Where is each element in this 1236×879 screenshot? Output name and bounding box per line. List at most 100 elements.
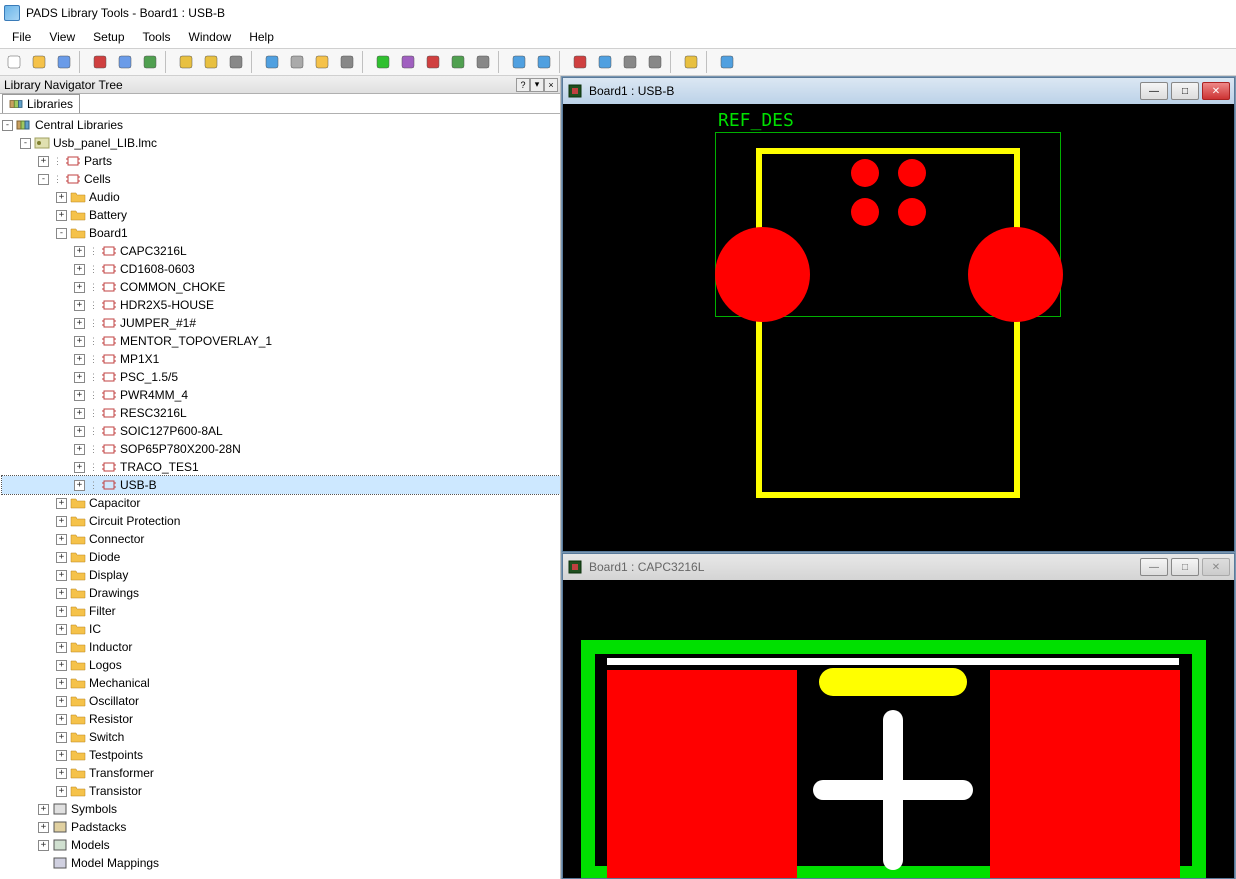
tree-expander[interactable]: + xyxy=(74,426,85,437)
tree-folder-testpoints[interactable]: +Testpoints xyxy=(2,746,560,764)
tree-expander[interactable]: + xyxy=(74,408,85,419)
tree-expander[interactable]: + xyxy=(56,624,67,635)
toolbar-window-red[interactable] xyxy=(568,51,592,73)
tree-folder-capacitor[interactable]: +Capacitor xyxy=(2,494,560,512)
tree-cell-sop65p780x200-28n[interactable]: +⋮SOP65P780X200-28N xyxy=(2,440,560,458)
tree-expander[interactable]: + xyxy=(74,480,85,491)
tree-expander[interactable]: + xyxy=(74,246,85,257)
tree-parts[interactable]: +⋮Parts xyxy=(2,152,560,170)
tree-expander[interactable]: + xyxy=(74,390,85,401)
toolbar-filter[interactable] xyxy=(679,51,703,73)
toolbar-green-circle[interactable] xyxy=(371,51,395,73)
tree-expander[interactable]: + xyxy=(56,768,67,779)
tree-lib-file[interactable]: -Usb_panel_LIB.lmc xyxy=(2,134,560,152)
tree-folder-mechanical[interactable]: +Mechanical xyxy=(2,674,560,692)
maximize-button[interactable]: □ xyxy=(1171,82,1199,100)
maximize-button[interactable]: □ xyxy=(1171,558,1199,576)
tree-expander[interactable]: + xyxy=(56,498,67,509)
toolbar-save[interactable] xyxy=(52,51,76,73)
tree-expander[interactable]: + xyxy=(74,372,85,383)
tree-expander[interactable]: + xyxy=(56,552,67,563)
tree-model-mappings[interactable]: Model Mappings xyxy=(2,854,560,872)
minimize-button[interactable]: — xyxy=(1140,82,1168,100)
toolbar-edit-yellow[interactable] xyxy=(174,51,198,73)
tree-expander[interactable]: + xyxy=(56,210,67,221)
tree-central-libraries[interactable]: -Central Libraries xyxy=(2,116,560,134)
tree-expander[interactable]: - xyxy=(20,138,31,149)
tree-folder-filter[interactable]: +Filter xyxy=(2,602,560,620)
tree-expander[interactable]: + xyxy=(56,534,67,545)
mdi-titlebar-usb-b[interactable]: Board1 : USB-B — □ ✕ xyxy=(563,78,1234,104)
tree-folder-transistor[interactable]: +Transistor xyxy=(2,782,560,800)
tree-expander[interactable]: + xyxy=(56,192,67,203)
tree-folder-display[interactable]: +Display xyxy=(2,566,560,584)
toolbar-window-blue[interactable] xyxy=(593,51,617,73)
tree-cell-usb-b[interactable]: +⋮USB-B xyxy=(2,476,560,494)
tree-cell-resc3216l[interactable]: +⋮RESC3216L xyxy=(2,404,560,422)
menu-window[interactable]: Window xyxy=(181,28,240,46)
toolbar-stack[interactable] xyxy=(310,51,334,73)
tree-models[interactable]: +Models xyxy=(2,836,560,854)
panel-help[interactable]: ? xyxy=(516,78,530,92)
tree-folder-drawings[interactable]: +Drawings xyxy=(2,584,560,602)
minimize-button[interactable]: — xyxy=(1140,558,1168,576)
tree-folder-ic[interactable]: +IC xyxy=(2,620,560,638)
toolbar-help[interactable] xyxy=(715,51,739,73)
toolbar-edit-multi[interactable] xyxy=(199,51,223,73)
toolbar-new[interactable] xyxy=(2,51,26,73)
tree-cell-capc3216l[interactable]: +⋮CAPC3216L xyxy=(2,242,560,260)
tree-cell-cd1608-0603[interactable]: +⋮CD1608-0603 xyxy=(2,260,560,278)
tree-expander[interactable]: + xyxy=(56,588,67,599)
tree-cell-psc_1.5/5[interactable]: +⋮PSC_1.5/5 xyxy=(2,368,560,386)
tree-cell-mp1x1[interactable]: +⋮MP1X1 xyxy=(2,350,560,368)
tree-expander[interactable]: + xyxy=(56,516,67,527)
tree-expander[interactable]: + xyxy=(74,336,85,347)
menu-setup[interactable]: Setup xyxy=(85,28,132,46)
close-button[interactable]: ✕ xyxy=(1202,82,1230,100)
tree-folder-inductor[interactable]: +Inductor xyxy=(2,638,560,656)
tree-expander[interactable]: + xyxy=(38,804,49,815)
panel-close[interactable]: × xyxy=(544,78,558,92)
toolbar-grid[interactable] xyxy=(335,51,359,73)
toolbar-undo[interactable] xyxy=(507,51,531,73)
toolbar-prop-grid[interactable] xyxy=(88,51,112,73)
tree-cell-mentor_topoverlay_1[interactable]: +⋮MENTOR_TOPOVERLAY_1 xyxy=(2,332,560,350)
toolbar-purple[interactable] xyxy=(396,51,420,73)
tree-expander[interactable]: + xyxy=(56,750,67,761)
tree-expander[interactable]: - xyxy=(56,228,67,239)
tree-expander[interactable]: + xyxy=(56,678,67,689)
tree-folder-logos[interactable]: +Logos xyxy=(2,656,560,674)
tree-expander[interactable]: + xyxy=(56,606,67,617)
toolbar-numeric[interactable] xyxy=(138,51,162,73)
tree-expander[interactable]: + xyxy=(74,300,85,311)
tree-expander[interactable]: + xyxy=(38,156,49,167)
toolbar-split[interactable] xyxy=(618,51,642,73)
toolbar-db-red[interactable] xyxy=(421,51,445,73)
tree-expander[interactable]: + xyxy=(74,444,85,455)
tree-expander[interactable]: + xyxy=(56,570,67,581)
toolbar-comp[interactable] xyxy=(446,51,470,73)
tree-expander[interactable]: - xyxy=(2,120,13,131)
toolbar-db-blue[interactable] xyxy=(260,51,284,73)
library-tree[interactable]: -Central Libraries-Usb_panel_LIB.lmc+⋮Pa… xyxy=(0,114,560,879)
tree-expander[interactable]: + xyxy=(38,840,49,851)
menu-view[interactable]: View xyxy=(41,28,83,46)
close-button[interactable]: ✕ xyxy=(1202,558,1230,576)
tree-folder-circuit-protection[interactable]: +Circuit Protection xyxy=(2,512,560,530)
tree-cell-common_choke[interactable]: +⋮COMMON_CHOKE xyxy=(2,278,560,296)
tree-cells[interactable]: -⋮Cells xyxy=(2,170,560,188)
tree-cell-traco_tes1[interactable]: +⋮TRACO_TES1 xyxy=(2,458,560,476)
tree-folder-oscillator[interactable]: +Oscillator xyxy=(2,692,560,710)
tree-expander[interactable]: + xyxy=(56,732,67,743)
toolbar-cascade[interactable] xyxy=(643,51,667,73)
toolbar-open[interactable] xyxy=(27,51,51,73)
menu-help[interactable]: Help xyxy=(241,28,282,46)
tree-cell-pwr4mm_4[interactable]: +⋮PWR4MM_4 xyxy=(2,386,560,404)
tree-folder-battery[interactable]: +Battery xyxy=(2,206,560,224)
tree-expander[interactable]: + xyxy=(74,462,85,473)
tree-expander[interactable]: + xyxy=(56,642,67,653)
canvas-capc3216l[interactable] xyxy=(563,580,1234,878)
tree-expander[interactable]: + xyxy=(56,786,67,797)
tree-expander[interactable]: + xyxy=(56,660,67,671)
tree-folder-board1[interactable]: -Board1 xyxy=(2,224,560,242)
